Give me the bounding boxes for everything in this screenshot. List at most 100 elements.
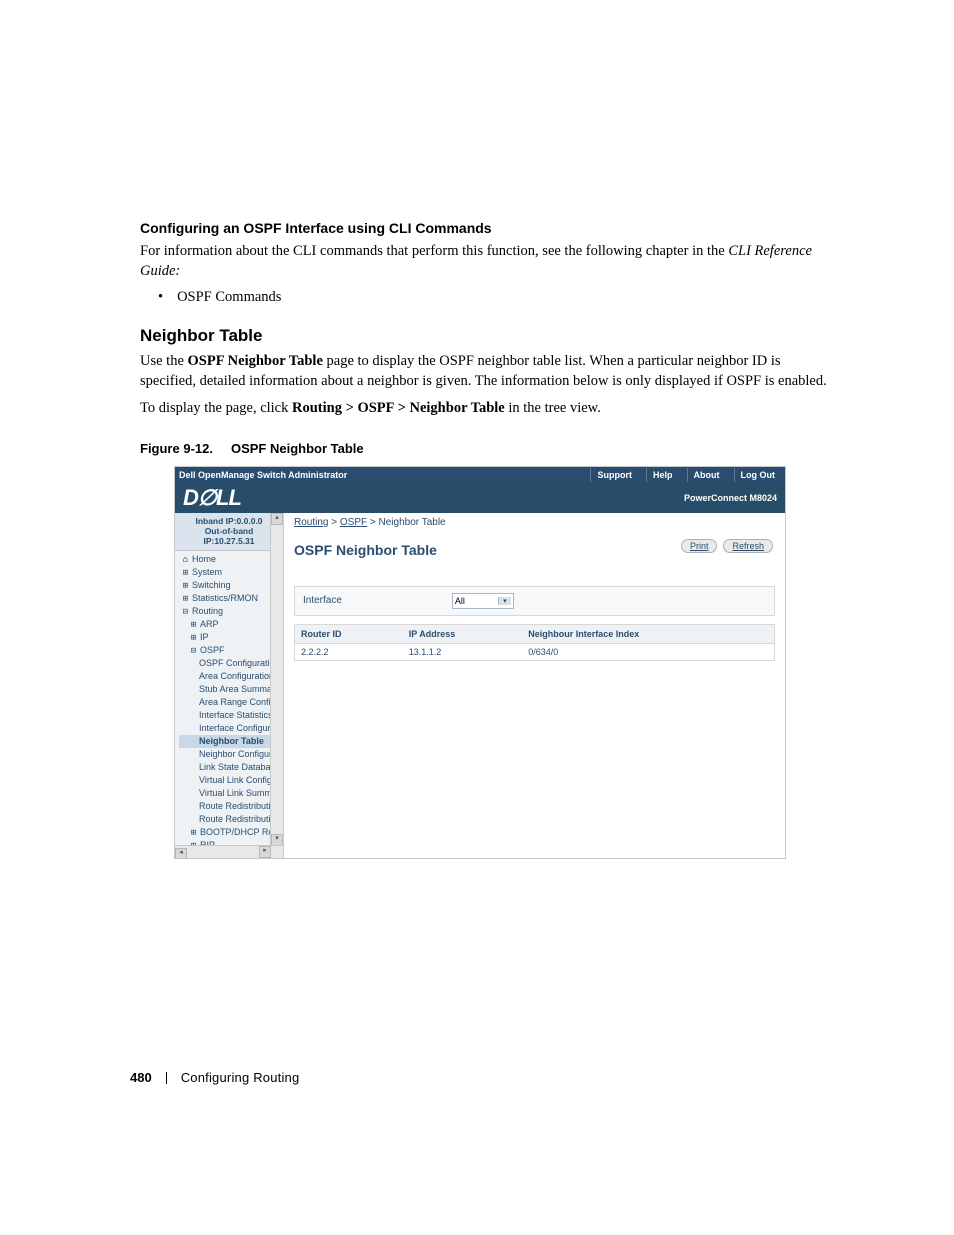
nav-help-link[interactable]: Help <box>646 468 679 482</box>
table-header-row: Router ID IP Address Neighbour Interface… <box>295 624 775 643</box>
col-router-id: Router ID <box>295 624 403 643</box>
window-titlebar: Dell OpenManage Switch Administrator Sup… <box>175 467 785 483</box>
plus-icon: ⊞ <box>181 593 190 605</box>
label: Home <box>192 554 216 564</box>
scroll-right-icon[interactable]: ▸ <box>259 846 271 858</box>
tree-ospf-child[interactable]: Route Redistributio <box>179 813 283 826</box>
select-value: All <box>455 596 465 606</box>
bullet-item: • OSPF Commands <box>158 289 834 306</box>
tree-ospf-child[interactable]: Interface Configura <box>179 722 283 735</box>
tree-ip[interactable]: ⊞IP <box>179 631 283 644</box>
tree-ospf-child[interactable]: Virtual Link Summ <box>179 787 283 800</box>
refresh-button[interactable]: Refresh <box>723 539 773 553</box>
tree-ospf-child[interactable]: Area Configuration <box>179 670 283 683</box>
tree-neighbor-table[interactable]: Neighbor Table <box>179 735 283 748</box>
label: OSPF <box>200 645 225 655</box>
figure-number: Figure 9-12. <box>140 441 213 456</box>
oob-ip-text: Out-of-band IP:10.27.5.31 <box>179 526 279 546</box>
label: Routing <box>192 606 223 616</box>
inband-ip-text: Inband IP:0.0.0.0 <box>179 516 279 526</box>
product-name: PowerConnect M8024 <box>684 493 777 503</box>
sidebar: Inband IP:0.0.0.0 Out-of-band IP:10.27.5… <box>175 513 284 858</box>
text-bold: OSPF Neighbor Table <box>188 353 323 369</box>
tree-home[interactable]: ⌂Home <box>179 553 283 566</box>
screenshot-window: Dell OpenManage Switch Administrator Sup… <box>174 466 786 859</box>
horizontal-scrollbar[interactable]: ◂ ▸ <box>175 845 283 858</box>
label: ARP <box>200 619 219 629</box>
label: Statistics/RMON <box>192 593 258 603</box>
tree-ospf-child[interactable]: Link State Databa <box>179 761 283 774</box>
nav-support-link[interactable]: Support <box>590 468 638 482</box>
label: IP <box>200 632 209 642</box>
doc-paragraph: For information about the CLI commands t… <box>140 242 834 281</box>
tree-routing[interactable]: ⊟Routing <box>179 605 283 618</box>
tree-ospf-child[interactable]: Route Redistributio <box>179 800 283 813</box>
tree-ospf-child[interactable]: OSPF Configuratio <box>179 657 283 670</box>
col-ip-address: IP Address <box>403 624 523 643</box>
nav-tree: ⌂Home ⊞System ⊞Switching ⊞Statistics/RMO… <box>175 551 283 852</box>
text: For information about the CLI commands t… <box>140 243 728 259</box>
cell-router-id: 2.2.2.2 <box>295 643 403 660</box>
dell-logo: D∅LL <box>183 485 241 511</box>
neighbor-table: Router ID IP Address Neighbour Interface… <box>294 624 775 661</box>
text: in the tree view. <box>505 400 601 416</box>
doc-paragraph: To display the page, click Routing > OSP… <box>140 399 834 419</box>
plus-icon: ⊞ <box>189 827 198 839</box>
plus-icon: ⊞ <box>189 632 198 644</box>
bullet-dot-icon: • <box>158 289 163 306</box>
nav-about-link[interactable]: About <box>687 468 726 482</box>
crumb-routing[interactable]: Routing <box>294 517 328 528</box>
scroll-up-icon[interactable]: ▴ <box>271 513 283 525</box>
tree-switching[interactable]: ⊞Switching <box>179 579 283 592</box>
filter-panel: Interface All ▾ <box>294 586 775 616</box>
plus-icon: ⊞ <box>189 619 198 631</box>
crumb-current: Neighbor Table <box>379 517 446 528</box>
chevron-down-icon: ▾ <box>498 597 511 605</box>
tree-ospf[interactable]: ⊟OSPF <box>179 644 283 657</box>
crumb-ospf[interactable]: OSPF <box>340 517 367 528</box>
col-neighbour-if-index: Neighbour Interface Index <box>522 624 774 643</box>
print-button[interactable]: Print <box>681 539 718 553</box>
plus-icon: ⊞ <box>181 580 190 592</box>
interface-select[interactable]: All ▾ <box>452 593 514 609</box>
tree-ospf-child[interactable]: Area Range Config <box>179 696 283 709</box>
cell-ip-address: 13.1.1.2 <box>403 643 523 660</box>
doc-heading: Neighbor Table <box>140 326 834 346</box>
tree-ospf-child[interactable]: Stub Area Summa <box>179 683 283 696</box>
home-icon: ⌂ <box>181 554 190 566</box>
tree-ospf-child[interactable]: Virtual Link Config <box>179 774 283 787</box>
brand-bar: D∅LL PowerConnect M8024 <box>175 483 785 513</box>
tree-ospf-child[interactable]: Neighbor Configura <box>179 748 283 761</box>
scroll-left-icon[interactable]: ◂ <box>175 848 187 858</box>
minus-icon: ⊟ <box>189 645 198 657</box>
interface-label: Interface <box>303 595 342 606</box>
breadcrumb: Routing > OSPF > Neighbor Table <box>294 517 775 528</box>
plus-icon: ⊞ <box>181 567 190 579</box>
page-number: 480 <box>130 1070 152 1085</box>
label: System <box>192 567 222 577</box>
table-row[interactable]: 2.2.2.2 13.1.1.2 0/634/0 <box>295 643 775 660</box>
tree-stats[interactable]: ⊞Statistics/RMON <box>179 592 283 605</box>
doc-subheading: Configuring an OSPF Interface using CLI … <box>140 220 834 236</box>
bullet-text: OSPF Commands <box>177 289 281 306</box>
text-bold: Routing > OSPF > Neighbor Table <box>292 400 505 416</box>
window-title: Dell OpenManage Switch Administrator <box>179 470 347 480</box>
text: Use the <box>140 353 188 369</box>
doc-paragraph: Use the OSPF Neighbor Table page to disp… <box>140 352 834 391</box>
tree-ospf-child[interactable]: Interface Statistics <box>179 709 283 722</box>
cell-if-index: 0/634/0 <box>522 643 774 660</box>
figure-title: OSPF Neighbor Table <box>231 441 364 456</box>
page-footer: 480 Configuring Routing <box>130 1070 299 1085</box>
text: To display the page, click <box>140 400 292 416</box>
minus-icon: ⊟ <box>181 606 190 618</box>
section-name: Configuring Routing <box>181 1070 300 1085</box>
nav-logout-link[interactable]: Log Out <box>734 468 782 482</box>
ip-panel: Inband IP:0.0.0.0 Out-of-band IP:10.27.5… <box>175 513 283 551</box>
main-content: Routing > OSPF > Neighbor Table OSPF Nei… <box>284 513 785 858</box>
tree-system[interactable]: ⊞System <box>179 566 283 579</box>
figure-caption: Figure 9-12. OSPF Neighbor Table <box>140 441 834 456</box>
tree-arp[interactable]: ⊞ARP <box>179 618 283 631</box>
vertical-scrollbar[interactable]: ▴ ▾ <box>270 513 283 858</box>
divider <box>166 1072 167 1084</box>
tree-bootp[interactable]: ⊞BOOTP/DHCP Relay <box>179 826 283 839</box>
